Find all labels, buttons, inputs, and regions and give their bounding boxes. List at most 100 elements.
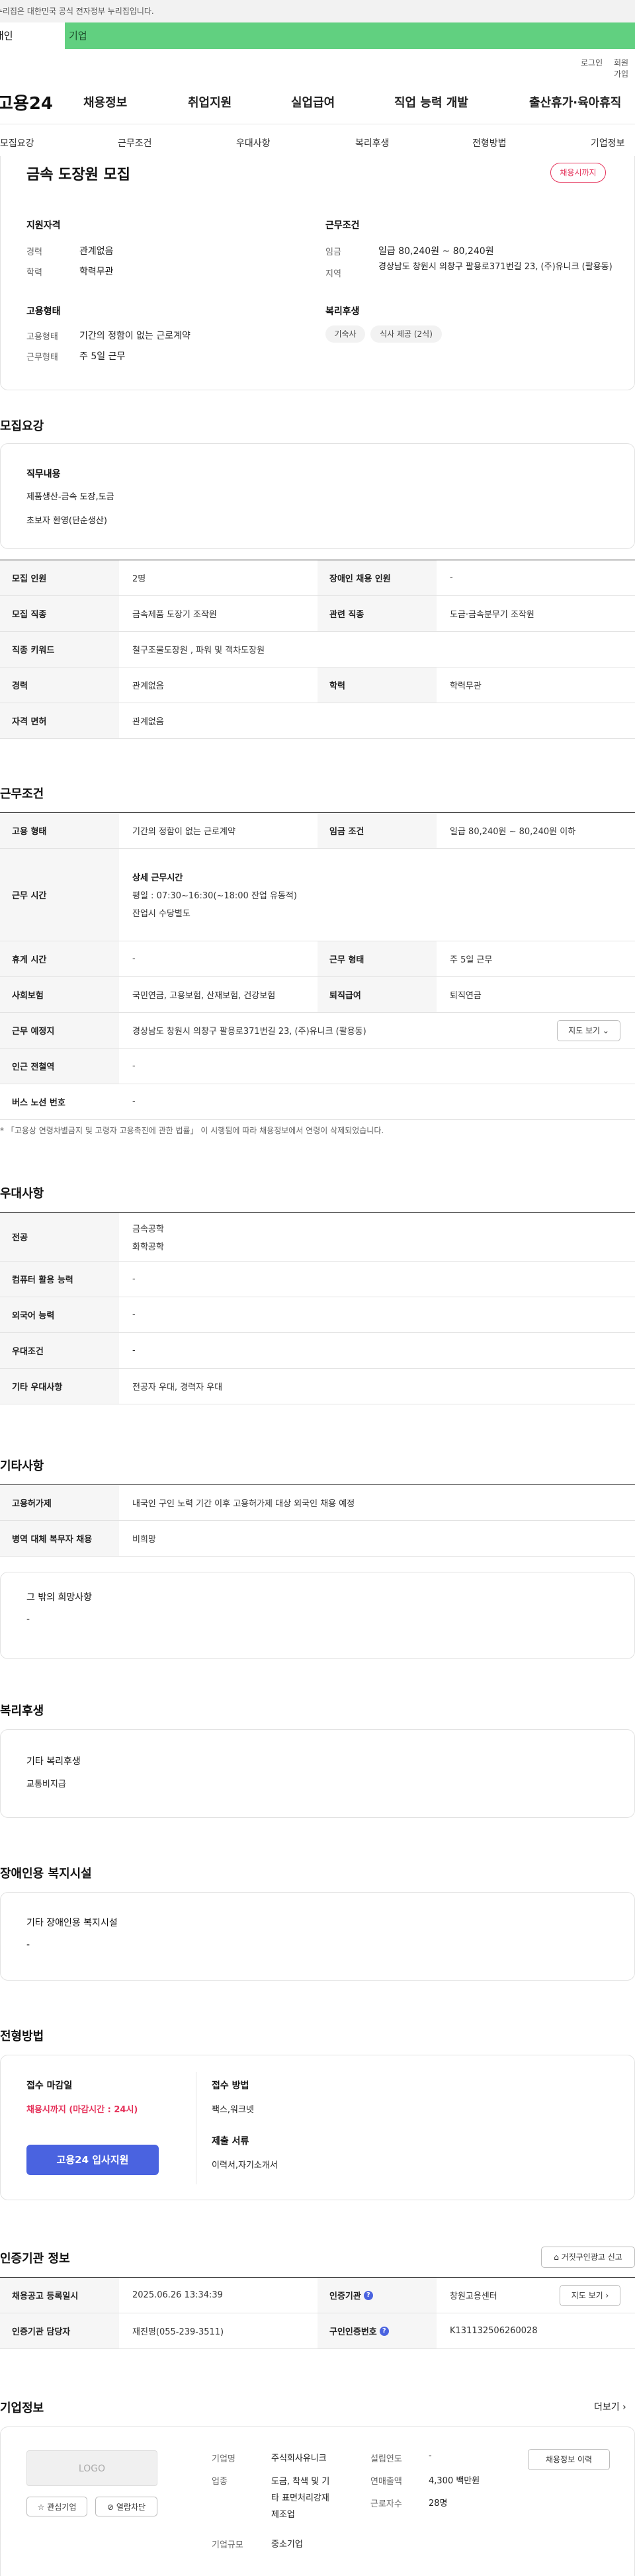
row-value: - xyxy=(132,1274,136,1284)
row-key: 인근 전철역 xyxy=(0,1049,119,1084)
row-key: 우대조건 xyxy=(0,1333,119,1368)
row-value: 전공자 우대, 경력자 우대 xyxy=(132,1383,223,1393)
info-icon[interactable]: ? xyxy=(363,2290,373,2300)
row-key: 퇴직급여 xyxy=(318,977,437,1012)
worktype-label: 근무형태 xyxy=(26,353,58,363)
row-value: 국민연금, 고용보험, 산재보험, 건강보험 xyxy=(132,991,276,1001)
career-label: 경력 xyxy=(26,247,42,257)
major-cell: 금속공학 화학공학 xyxy=(119,1213,635,1261)
work-section-title: 근무조건 xyxy=(0,787,44,801)
chevron-right-icon: › xyxy=(622,2402,626,2413)
subnav-screening[interactable]: 전형방법 xyxy=(472,136,507,150)
other-wish-heading: 그 밖의 희망사항 xyxy=(26,1592,93,1603)
company-size-value: 중소기업 xyxy=(271,2540,303,2550)
row-key: 근무 시간 xyxy=(0,849,119,941)
row-value: - xyxy=(132,954,136,964)
agency-map-button[interactable]: 지도 보기 › xyxy=(560,2285,620,2306)
gov-notice-text: 이 누리집은 대한민국 공식 전자정부 누리집입니다. xyxy=(0,7,154,16)
row-key: 근무 형태 xyxy=(318,941,437,976)
subnav-preferences[interactable]: 우대사항 xyxy=(236,136,271,150)
method-heading: 접수 방법 xyxy=(212,2081,249,2091)
table-row: 병역 대체 복무자 채용 비희망 xyxy=(0,1521,635,1557)
gnb-skills-development[interactable]: 직업 능력 개발 xyxy=(394,93,468,110)
gnb-jobs[interactable]: 채용정보 xyxy=(83,93,127,110)
gnb-parental-leave[interactable]: 출산휴가·육아휴직 xyxy=(529,93,621,110)
duty-heading: 직무내용 xyxy=(26,469,61,480)
company-more-link[interactable]: 더보기 › xyxy=(594,2400,626,2413)
company-logo: LOGO xyxy=(26,2450,157,2486)
apply-button[interactable]: 고용24 입사지원 xyxy=(26,2145,159,2175)
row-value: 기간의 정함이 없는 근로계약 xyxy=(132,827,235,837)
work-table: 고용 형태 기간의 정함이 없는 근로계약 임금 조건 일급 80,240원 ~… xyxy=(0,812,635,1120)
recruit-section-title: 모집요강 xyxy=(0,419,44,433)
login-link[interactable]: 로그인 xyxy=(581,57,603,68)
tab-personal[interactable]: 개인 xyxy=(0,22,65,49)
industry-label: 업종 xyxy=(212,2477,228,2487)
screen-card xyxy=(0,2055,635,2200)
row-key: 학력 xyxy=(318,667,437,703)
report-fake-ad-button[interactable]: ⌂ 거짓구인광고 신고 xyxy=(541,2247,635,2268)
emp-heading: 고용형태 xyxy=(26,306,61,317)
row-key-label: 인증기관 xyxy=(329,2292,361,2301)
row-key: 외국어 능력 xyxy=(0,1297,119,1332)
row-value: - xyxy=(132,1061,136,1071)
row-key: 임금 조건 xyxy=(318,813,437,848)
row-key: 관련 직종 xyxy=(318,596,437,631)
row-key: 전공 xyxy=(0,1213,119,1261)
info-icon[interactable]: ? xyxy=(379,2326,389,2336)
block-view-button[interactable]: ⊘ 열람차단 xyxy=(95,2497,157,2516)
row-value: 2025.06.26 13:34:39 xyxy=(132,2290,223,2300)
cert-table: 채용공고 등록일시 2025.06.26 13:34:39 인증기관? 창원고용… xyxy=(0,2277,635,2350)
gov-notice-bar: 이 누리집은 대한민국 공식 전자정부 누리집입니다. xyxy=(0,0,635,22)
row-key-label: 구인인증번호 xyxy=(329,2327,377,2337)
worktype-value: 주 5일 근무 xyxy=(79,351,126,362)
row-key: 버스 노선 번호 xyxy=(0,1084,119,1119)
work-hours-line: 잔업시 수당별도 xyxy=(132,909,190,919)
favorite-company-button[interactable]: ☆ 관심기업 xyxy=(26,2497,87,2516)
table-row: 컴퓨터 활용 능력 - xyxy=(0,1262,635,1297)
pref-table: 전공 금속공학 화학공학 컴퓨터 활용 능력 - 외국어 능력 - 우대조건 -… xyxy=(0,1212,635,1404)
table-row: 외국어 능력 - xyxy=(0,1297,635,1333)
table-row: 근무 예정지 경상남도 창원시 의창구 팔용로371번길 23, (주)유니크 … xyxy=(0,1013,635,1049)
favorite-label: 관심기업 xyxy=(47,2503,77,2512)
row-value: 금속제품 도장기 조작원 xyxy=(132,610,217,620)
signup-link[interactable]: 회원가입 xyxy=(614,57,635,79)
row-value: 철구조물도장원 , 파워 및 객차도장원 xyxy=(132,646,265,656)
sales-label: 연매출액 xyxy=(370,2477,402,2487)
table-row: 고용허가제 내국인 구인 노력 기간 이후 고용허가제 대상 외국인 채용 예정 xyxy=(0,1485,635,1521)
row-key: 고용허가제 xyxy=(0,1485,119,1520)
emptype-value: 기간의 정함이 없는 근로계약 xyxy=(79,331,190,341)
subnav-welfare[interactable]: 복리후생 xyxy=(355,136,390,150)
tab-company[interactable]: 기업 xyxy=(65,22,131,49)
table-row: 고용 형태 기간의 정함이 없는 근로계약 임금 조건 일급 80,240원 ~… xyxy=(0,813,635,849)
gnb-unemployment-benefit[interactable]: 실업급여 xyxy=(291,93,335,110)
table-row: 인근 전철역 - xyxy=(0,1049,635,1084)
map-view-button[interactable]: 지도 보기 ⌄ xyxy=(557,1020,620,1041)
report-icon: ⌂ xyxy=(554,2253,559,2262)
pref-section-title: 우대사항 xyxy=(0,1187,44,1201)
row-value: 내국인 구인 노력 기간 이후 고용허가제 대상 외국인 채용 예정 xyxy=(132,1499,355,1509)
table-row: 버스 노선 번호 - xyxy=(0,1084,635,1120)
subnav-recruit[interactable]: 모집요강 xyxy=(0,136,34,150)
founded-label: 설립연도 xyxy=(370,2454,402,2464)
subnav-work-conditions[interactable]: 근무조건 xyxy=(118,136,152,150)
row-value: K131132506260028 xyxy=(450,2326,538,2336)
table-row: 휴게 시간 - 근무 형태 주 5일 근무 xyxy=(0,941,635,977)
row-key: 사회보험 xyxy=(0,977,119,1012)
hiring-history-button[interactable]: 채용정보 이력 xyxy=(528,2449,610,2470)
table-row: 모집 인원 2명 장애인 채용 인원 - xyxy=(0,560,635,596)
subnav-company[interactable]: 기업정보 xyxy=(591,136,625,150)
edu-value: 학력무관 xyxy=(79,267,114,277)
company-size-label: 기업규모 xyxy=(212,2540,243,2550)
row-value: 도금·금속분무기 조작원 xyxy=(450,610,534,620)
star-icon: ☆ xyxy=(37,2503,45,2512)
site-logo[interactable]: 고용24 xyxy=(0,90,53,114)
industry-value: 도금, 착색 및 기 타 표면처리강재 제조업 xyxy=(271,2473,329,2523)
gnb-employment-support[interactable]: 취업지원 xyxy=(188,93,232,110)
welfare-etc-value: 교통비지급 xyxy=(26,1780,66,1789)
welfare-card xyxy=(0,1729,635,1818)
employees-label: 근로자수 xyxy=(370,2499,402,2509)
table-row: 전공 금속공학 화학공학 xyxy=(0,1213,635,1262)
welfare-section-title: 복리후생 xyxy=(0,1704,44,1718)
docs-heading: 제출 서류 xyxy=(212,2136,249,2147)
